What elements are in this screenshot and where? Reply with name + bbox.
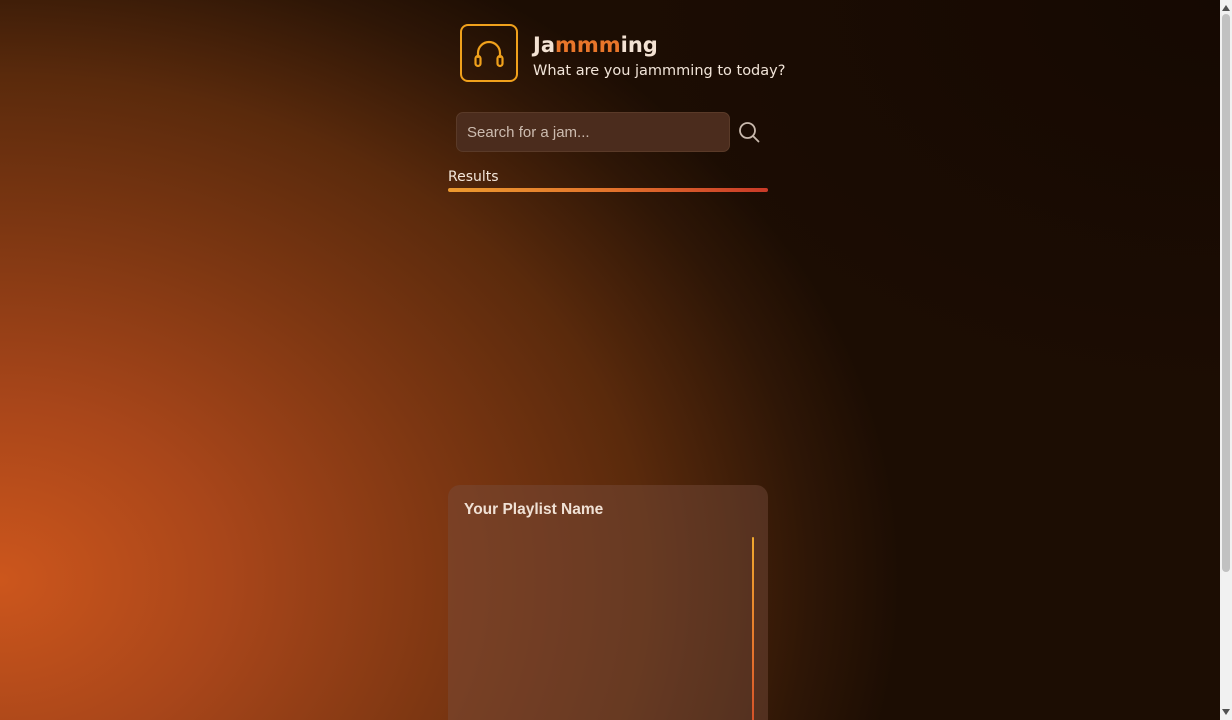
title-part: ing <box>620 32 658 57</box>
title-part-accent: mmm <box>554 32 621 57</box>
search-button[interactable] <box>738 121 760 143</box>
search-input[interactable] <box>456 112 730 152</box>
search-bar <box>456 112 760 152</box>
results-heading: Results <box>448 169 499 185</box>
page-scrollbar[interactable] <box>1220 0 1232 720</box>
scroll-down-arrow[interactable] <box>1220 706 1232 718</box>
scroll-up-arrow[interactable] <box>1220 2 1232 14</box>
results-underline <box>448 188 768 192</box>
playlist-name-field[interactable]: Your Playlist Name <box>464 501 603 519</box>
search-icon <box>739 122 760 143</box>
playlist-panel: Your Playlist Name <box>448 485 768 720</box>
app-logo <box>460 24 518 82</box>
headphones-icon <box>474 40 504 68</box>
playlist-scrollbar[interactable] <box>752 537 754 720</box>
app-title: Jammming <box>533 30 785 60</box>
scrollbar-thumb[interactable] <box>1222 14 1230 572</box>
app-tagline: What are you jammming to today? <box>533 62 786 79</box>
app-header: Jammming What are you jammming to today? <box>460 24 785 82</box>
title-block: Jammming What are you jammming to today? <box>533 30 785 79</box>
app-page: Jammming What are you jammming to today?… <box>0 0 1220 720</box>
title-part: Ja <box>533 32 555 57</box>
